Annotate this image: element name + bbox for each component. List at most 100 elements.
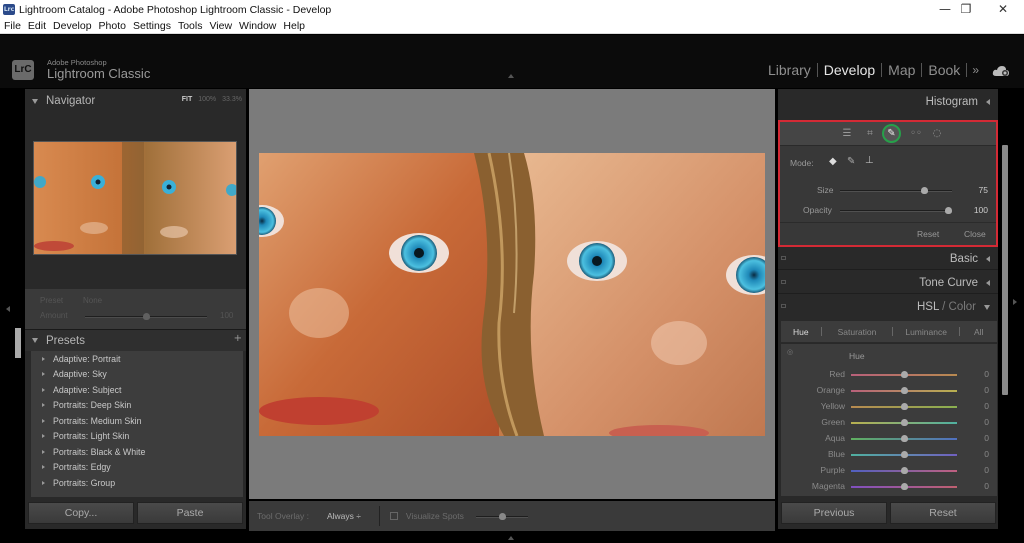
basic-header[interactable]: Basic xyxy=(778,248,998,270)
spot-reset-button[interactable]: Reset xyxy=(917,229,939,239)
hsl-slider-thumb[interactable] xyxy=(901,483,908,490)
hsl-value[interactable]: 0 xyxy=(984,401,989,411)
hsl-value[interactable]: 0 xyxy=(984,385,989,395)
menu-help[interactable]: Help xyxy=(283,20,305,32)
menu-settings[interactable]: Settings xyxy=(133,20,171,32)
size-value[interactable]: 75 xyxy=(958,185,988,195)
panel-switch-icon[interactable] xyxy=(781,280,786,284)
preset-item[interactable]: Portraits: Group xyxy=(31,475,243,491)
filmstrip-toggle-icon[interactable] xyxy=(508,536,514,540)
spot-close-button[interactable]: Close xyxy=(964,229,986,239)
hsl-slider-thumb[interactable] xyxy=(901,403,908,410)
menu-tools[interactable]: Tools xyxy=(178,20,203,32)
hsl-value[interactable]: 0 xyxy=(984,433,989,443)
amount-slider-thumb[interactable] xyxy=(143,313,150,320)
hsl-title[interactable]: HSL xyxy=(917,301,939,313)
hsl-slider-thumb[interactable] xyxy=(901,371,908,378)
right-panel-toggle-icon[interactable] xyxy=(1013,299,1017,305)
preset-item[interactable]: Portraits: Black & White xyxy=(31,444,243,460)
size-slider[interactable] xyxy=(840,187,952,194)
hsl-value[interactable]: 0 xyxy=(984,449,989,459)
preset-item[interactable]: Portraits: Medium Skin xyxy=(31,413,243,429)
tone-curve-header[interactable]: Tone Curve xyxy=(778,272,998,294)
hsl-slider[interactable] xyxy=(851,371,957,378)
panel-switch-icon[interactable] xyxy=(781,256,786,260)
menu-file[interactable]: File xyxy=(4,20,21,32)
hsl-slider[interactable] xyxy=(851,435,957,442)
presets-header[interactable]: Presets + xyxy=(25,329,246,351)
copy-button[interactable]: Copy... xyxy=(28,502,134,524)
target-adjust-icon[interactable]: ◎ xyxy=(787,348,793,356)
tab-hue[interactable]: Hue xyxy=(793,327,809,337)
zoom-100[interactable]: 100% xyxy=(198,96,216,103)
hsl-slider-thumb[interactable] xyxy=(901,451,908,458)
amount-slider[interactable] xyxy=(85,313,207,320)
hsl-slider-thumb[interactable] xyxy=(901,419,908,426)
paste-button[interactable]: Paste xyxy=(137,502,243,524)
preset-item[interactable]: Adaptive: Subject xyxy=(31,382,243,398)
tab-all[interactable]: All xyxy=(974,327,983,337)
hsl-slider[interactable] xyxy=(851,419,957,426)
menu-edit[interactable]: Edit xyxy=(28,20,46,32)
zoom-fit[interactable]: FIT xyxy=(182,96,193,103)
module-develop[interactable]: Develop xyxy=(818,62,881,78)
tool-overlay-dropdown[interactable]: Always ÷ xyxy=(327,511,361,521)
tab-luminance[interactable]: Luminance xyxy=(905,327,947,337)
hsl-slider[interactable] xyxy=(851,467,957,474)
histogram-header[interactable]: Histogram xyxy=(778,91,998,113)
hsl-slider-thumb[interactable] xyxy=(901,467,908,474)
hsl-value[interactable]: 0 xyxy=(984,417,989,427)
hsl-value[interactable]: 0 xyxy=(984,369,989,379)
add-preset-icon[interactable]: + xyxy=(234,333,242,344)
hsl-color-header[interactable]: HSL / Color xyxy=(778,296,998,318)
menu-photo[interactable]: Photo xyxy=(99,20,126,32)
menu-window[interactable]: Window xyxy=(239,20,276,32)
close-window-button[interactable]: ✕ xyxy=(983,0,1023,19)
module-library[interactable]: Library xyxy=(762,62,817,78)
hsl-slider[interactable] xyxy=(851,451,957,458)
preset-item[interactable]: Portraits: Light Skin xyxy=(31,429,243,445)
visualize-spots-slider[interactable] xyxy=(475,512,528,520)
right-panel-scrollbar[interactable] xyxy=(1002,145,1008,395)
visualize-spots-track[interactable] xyxy=(475,513,528,520)
hsl-slider[interactable] xyxy=(851,387,957,394)
content-aware-fill-icon[interactable]: ⊥ xyxy=(865,155,874,166)
reset-button[interactable]: Reset xyxy=(890,502,996,524)
module-map[interactable]: Map xyxy=(882,62,921,78)
opacity-slider[interactable] xyxy=(840,207,952,214)
panel-switch-icon[interactable] xyxy=(781,304,786,308)
image-canvas[interactable] xyxy=(249,89,775,499)
hsl-slider[interactable] xyxy=(851,483,957,490)
previous-button[interactable]: Previous xyxy=(781,502,887,524)
left-panel-scrollbar[interactable] xyxy=(15,328,21,358)
navigator-header[interactable]: Navigator FIT 100% 33.3% xyxy=(25,90,246,112)
cloud-sync-icon[interactable] xyxy=(992,65,1010,77)
zoom-custom[interactable]: 33.3% xyxy=(222,96,242,103)
module-book[interactable]: Book xyxy=(922,62,966,78)
hsl-slider-thumb[interactable] xyxy=(901,387,908,394)
preset-item[interactable]: Portraits: Edgy xyxy=(31,460,243,476)
visualize-spots-checkbox[interactable] xyxy=(389,512,398,520)
top-panel-toggle-icon[interactable] xyxy=(508,74,514,78)
hsl-value[interactable]: 0 xyxy=(984,465,989,475)
photo[interactable] xyxy=(259,153,765,436)
edit-sliders-icon[interactable]: ☰ xyxy=(840,127,854,141)
opacity-value[interactable]: 100 xyxy=(958,205,988,215)
color-title[interactable]: Color xyxy=(949,301,976,313)
masking-icon[interactable]: ◌ xyxy=(930,127,944,141)
preset-item[interactable]: Portraits: Deep Skin xyxy=(31,398,243,414)
hsl-slider[interactable] xyxy=(851,403,957,410)
menu-develop[interactable]: Develop xyxy=(53,20,92,32)
hsl-slider-thumb[interactable] xyxy=(901,435,908,442)
preset-item[interactable]: Adaptive: Portrait xyxy=(31,351,243,367)
tab-saturation[interactable]: Saturation xyxy=(838,327,877,337)
red-eye-icon[interactable]: ◦◦ xyxy=(909,127,923,141)
size-slider-thumb[interactable] xyxy=(921,187,928,194)
opacity-slider-thumb[interactable] xyxy=(945,207,952,214)
navigator-preview[interactable] xyxy=(33,141,237,255)
menu-view[interactable]: View xyxy=(209,20,232,32)
spot-removal-icon[interactable]: ✎ xyxy=(882,124,901,143)
heal-mode-icon[interactable]: ✎ xyxy=(847,156,855,167)
left-panel-toggle-icon[interactable] xyxy=(6,306,10,312)
clone-mode-icon[interactable]: ◆ xyxy=(829,156,837,167)
